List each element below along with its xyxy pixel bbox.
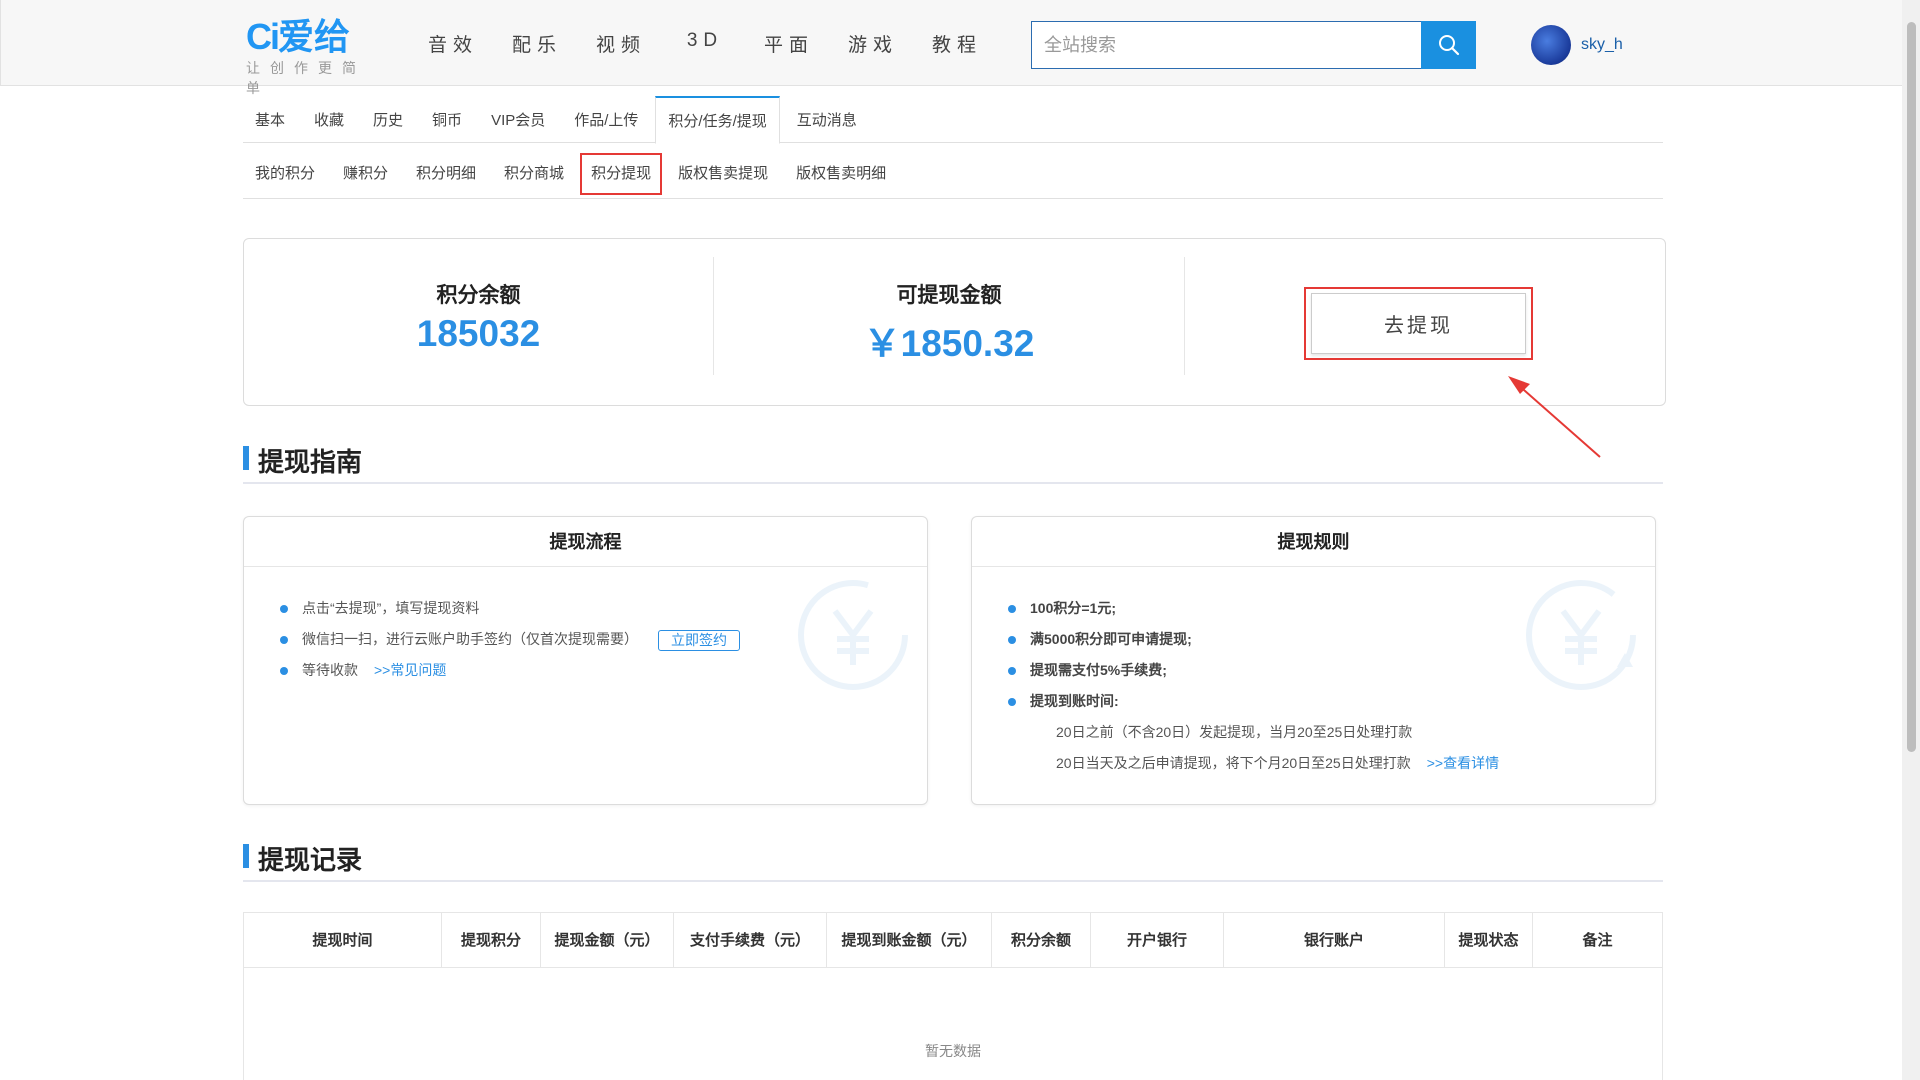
nav-video[interactable]: 视频 [579, 30, 663, 57]
records-table: 提现时间 提现积分 提现金额（元） 支付手续费（元） 提现到账金额（元） 积分余… [243, 912, 1663, 1080]
withdraw-button[interactable]: 去提现 [1311, 293, 1526, 354]
tab-favorites[interactable]: 收藏 [302, 96, 356, 143]
site-logo[interactable]: Ci爱给 让创作更简单 [246, 16, 386, 97]
nav-tutorial[interactable]: 教程 [915, 30, 999, 57]
account-tabs: 基本 收藏 历史 铜币 VIP会员 作品/上传 积分/任务/提现 互动消息 [243, 96, 1663, 144]
rule-2: 满5000积分即可申请提现; [1008, 624, 1655, 655]
points-subtabs: 我的积分 赚积分 积分明细 积分商城 积分提现 版权售卖提现 版权售卖明细 [243, 153, 1663, 199]
subtab-copyright-detail[interactable]: 版权售卖明细 [784, 153, 898, 195]
col-bank-account: 银行账户 [1224, 913, 1445, 968]
process-step-3: 等待收款 >>常见问题 [280, 655, 927, 686]
search-icon [1438, 35, 1459, 56]
nav-music[interactable]: 配乐 [495, 30, 579, 57]
rule-3: 提现需支付5%手续费; [1008, 655, 1655, 686]
logo-slogan: 让创作更简单 [246, 60, 366, 96]
scrollbar-thumb[interactable] [1907, 22, 1916, 752]
tab-points-tasks-withdraw[interactable]: 积分/任务/提现 [655, 96, 780, 144]
rule-2-text: 满5000积分即可申请提现; [1030, 631, 1192, 647]
empty-records-text: 暂无数据 [925, 1043, 981, 1059]
tab-messages[interactable]: 互动消息 [785, 96, 869, 143]
withdrawable-amount-value: ￥1850.32 [863, 323, 1035, 364]
rule-4a: 20日之前（不含20日）发起提现，当月20至25日处理打款 [1056, 724, 1413, 740]
faq-link[interactable]: >>常见问题 [374, 662, 446, 678]
col-status: 提现状态 [1445, 913, 1533, 968]
col-withdraw-points: 提现积分 [442, 913, 541, 968]
section-accent-bar [243, 446, 249, 470]
rule-4-text: 提现到账时间: [1030, 693, 1119, 709]
rules-title: 提现规则 [972, 517, 1655, 567]
subtab-points-mall[interactable]: 积分商城 [492, 153, 576, 195]
nav-3d[interactable]: 3D [663, 30, 747, 57]
sign-now-button[interactable]: 立即签约 [658, 629, 740, 651]
process-box: 提现流程 点击“去提现”，填写提现资料 微信扫一扫，进行云账户助手签约（仅首次提… [243, 516, 928, 805]
tab-vip[interactable]: VIP会员 [479, 96, 557, 143]
search-input[interactable] [1032, 22, 1421, 68]
col-remarks: 备注 [1582, 932, 1613, 949]
logo-mark: Ci [246, 16, 280, 57]
rule-4b-text: 20日当天及之后申请提现，将下个月20日至25日处理打款 [1056, 755, 1411, 771]
guide-title: 提现指南 [258, 447, 363, 477]
col-received-amount: 提现到账金额（元） [827, 913, 992, 968]
search-button[interactable] [1421, 21, 1476, 69]
subtab-copyright-withdraw[interactable]: 版权售卖提现 [666, 153, 780, 195]
user-menu[interactable]: sky_h [1531, 25, 1623, 65]
records-table-header: 提现时间 提现积分 提现金额（元） 支付手续费（元） 提现到账金额（元） 积分余… [244, 913, 1662, 968]
points-balance: 积分余额 185032 [244, 257, 714, 375]
rule-4: 提现到账时间: [1008, 686, 1655, 717]
rule-3-text: 提现需支付5%手续费; [1030, 662, 1167, 678]
process-step-2-text: 微信扫一扫，进行云账户助手签约（仅首次提现需要） [302, 631, 638, 647]
subtab-earn-points[interactable]: 赚积分 [331, 153, 400, 195]
col-bank: 开户银行 [1091, 913, 1224, 968]
search-box [1031, 21, 1476, 69]
avatar[interactable] [1531, 25, 1571, 65]
col-service-fee: 支付手续费（元） [674, 913, 827, 968]
col-withdraw-time: 提现时间 [244, 913, 442, 968]
points-balance-value: 185032 [416, 313, 541, 354]
points-balance-label: 积分余额 [436, 284, 521, 307]
view-details-link[interactable]: >>查看详情 [1427, 755, 1499, 771]
rule-1-text: 100积分=1元; [1030, 600, 1116, 616]
guide-section-title: 提现指南 [243, 438, 1663, 484]
process-step-3-text: 等待收款 [302, 662, 358, 678]
process-step-2: 微信扫一扫，进行云账户助手签约（仅首次提现需要） 立即签约 [280, 624, 927, 655]
subtab-my-points[interactable]: 我的积分 [243, 153, 327, 195]
records-title: 提现记录 [258, 845, 363, 875]
withdrawable-amount: 可提现金额 ￥1850.32 [714, 257, 1185, 375]
col-points-balance: 积分余额 [992, 913, 1091, 968]
tab-basic[interactable]: 基本 [243, 96, 297, 143]
rules-box: 提现规则 100积分=1元; 满5000积分即可申请提现; 提现需支付5%手续费… [971, 516, 1656, 805]
subtab-points-withdraw[interactable]: 积分提现 [580, 153, 663, 195]
page-scrollbar[interactable] [1902, 0, 1920, 1080]
username[interactable]: sky_h [1581, 36, 1623, 54]
nav-graphic[interactable]: 平面 [747, 30, 831, 57]
rule-1: 100积分=1元; [1008, 593, 1655, 624]
col-withdraw-amount: 提现金额（元） [541, 913, 674, 968]
process-step-1: 点击“去提现”，填写提现资料 [280, 593, 927, 624]
tab-works-upload[interactable]: 作品/上传 [562, 96, 650, 143]
nav-game[interactable]: 游戏 [831, 30, 915, 57]
subtab-points-detail[interactable]: 积分明细 [404, 153, 488, 195]
nav-sound-effects[interactable]: 音效 [411, 30, 495, 57]
process-title: 提现流程 [244, 517, 927, 567]
tab-history[interactable]: 历史 [361, 96, 415, 143]
withdrawable-amount-label: 可提现金额 [896, 284, 1002, 307]
main-nav: 音效 配乐 视频 3D 平面 游戏 教程 [411, 30, 999, 57]
rule-4b: 20日当天及之后申请提现，将下个月20日至25日处理打款 >>查看详情 [1008, 748, 1655, 779]
tab-coins[interactable]: 铜币 [420, 96, 474, 143]
process-step-1-text: 点击“去提现”，填写提现资料 [302, 600, 480, 616]
site-header: Ci爱给 让创作更简单 音效 配乐 视频 3D 平面 游戏 教程 sky_h [0, 0, 1902, 97]
logo-brand: 爱给 [278, 16, 351, 57]
section-accent-bar [243, 844, 249, 868]
records-section-title: 提现记录 [243, 836, 1663, 882]
